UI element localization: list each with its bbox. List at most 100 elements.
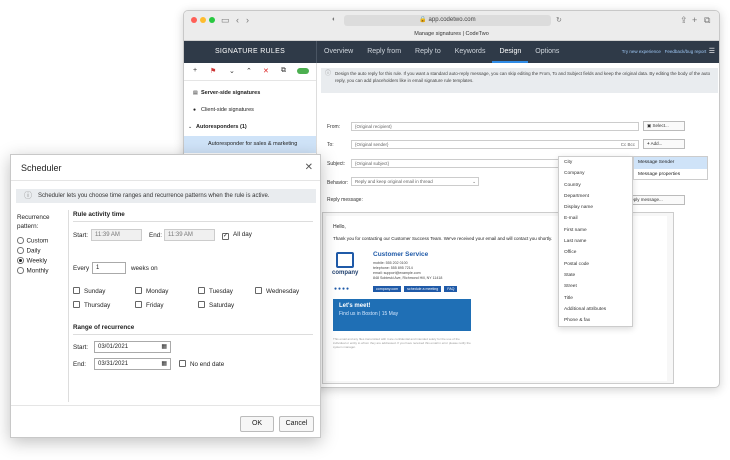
menu-icon[interactable]: ☰ bbox=[709, 48, 715, 55]
from-select-button[interactable]: ▣ Select... bbox=[643, 121, 685, 131]
social-icons: ●●●● bbox=[334, 286, 351, 292]
close-icon[interactable]: ✕ bbox=[305, 155, 313, 181]
all-day-checkbox[interactable]: ✓ All day bbox=[222, 231, 252, 240]
every-weeks-input[interactable]: 1 bbox=[92, 262, 126, 274]
tab-reply-from[interactable]: Reply from bbox=[360, 41, 408, 63]
checkbox-icon bbox=[135, 301, 142, 308]
calendar-icon[interactable]: ▦ bbox=[161, 359, 167, 369]
dropdown-item[interactable]: Country bbox=[559, 180, 632, 191]
day-checkbox-monday[interactable]: Monday bbox=[135, 287, 168, 295]
tab-options[interactable]: Options bbox=[528, 41, 566, 63]
day-checkbox-sunday[interactable]: Sunday bbox=[73, 287, 105, 295]
sidebar-item-autoresponder-sales[interactable]: Autoresponder for sales & marketing bbox=[184, 136, 316, 153]
dropdown-item[interactable]: Title bbox=[559, 293, 632, 304]
behavior-select[interactable]: Reply and keep original email in thread ⌄ bbox=[351, 177, 479, 186]
dropdown-item[interactable]: Last name bbox=[559, 236, 632, 247]
add-icon[interactable]: + bbox=[193, 67, 197, 74]
dropdown-item[interactable]: City bbox=[559, 157, 632, 168]
dropdown-item[interactable]: Postal code bbox=[559, 259, 632, 270]
maximize-window-button[interactable] bbox=[209, 17, 215, 23]
signature-button[interactable]: FAQ bbox=[444, 286, 458, 292]
dropdown-item[interactable]: Company bbox=[559, 168, 632, 179]
cc-bcc-links[interactable]: Cc Bcc bbox=[621, 141, 635, 148]
sidebar-toggle-icon[interactable]: ▭ bbox=[221, 15, 230, 26]
dropdown-item[interactable]: E-mail bbox=[559, 213, 632, 224]
back-icon[interactable]: ‹ bbox=[236, 15, 239, 25]
placeholder-dropdown: City Company Country Department Display … bbox=[558, 156, 633, 327]
sidebar-item-label: Autoresponders (1) bbox=[196, 124, 247, 130]
reply-message-button-label: Reply message... bbox=[628, 197, 663, 202]
cancel-button[interactable]: Cancel bbox=[279, 416, 314, 432]
add-rule-icon[interactable]: ⚑ bbox=[210, 67, 216, 75]
signature-button[interactable]: company.com bbox=[373, 286, 402, 292]
dropdown-item[interactable]: Office bbox=[559, 247, 632, 258]
tab-design[interactable]: Design bbox=[492, 41, 529, 63]
feedback-link[interactable]: Feedback/bug report bbox=[665, 49, 707, 54]
from-field[interactable]: {Original recipient} bbox=[351, 122, 639, 131]
radio-monthly[interactable]: Monthly bbox=[17, 267, 49, 275]
tabs-overview-icon[interactable]: ⧉ bbox=[704, 15, 710, 26]
disclaimer-text: This email and any files transmitted wit… bbox=[333, 337, 471, 349]
browser-tab-title: Manage signatures | CodeTwo bbox=[414, 31, 489, 37]
to-field[interactable]: {Original sender} Cc Bcc bbox=[351, 140, 639, 149]
sidebar-item-autoresponders[interactable]: ⌄ Autoresponders (1) bbox=[184, 119, 316, 136]
range-end-input[interactable]: 03/31/2021 ▦ bbox=[94, 358, 171, 370]
day-checkbox-wednesday[interactable]: Wednesday bbox=[255, 287, 299, 295]
browser-chrome: ▭ ‹ › ◐ 🔒 app.codetwo.com ↻ ⇪ + ⧉ Manage… bbox=[184, 11, 719, 41]
forward-icon[interactable]: › bbox=[246, 15, 249, 25]
copy-icon[interactable]: ⧉ bbox=[281, 67, 286, 75]
radio-custom[interactable]: Custom bbox=[17, 237, 48, 245]
reply-message-button[interactable]: Reply message... bbox=[624, 195, 685, 205]
day-checkbox-thursday[interactable]: Thursday bbox=[73, 301, 110, 309]
divider bbox=[11, 405, 320, 406]
try-new-experience-link[interactable]: Try new experience bbox=[622, 49, 661, 54]
info-icon: ⓘ bbox=[325, 71, 332, 77]
day-checkbox-saturday[interactable]: Saturday bbox=[198, 301, 234, 309]
no-end-date-checkbox[interactable]: No end date bbox=[179, 360, 224, 368]
reload-icon[interactable]: ↻ bbox=[556, 16, 562, 24]
radio-daily[interactable]: Daily bbox=[17, 247, 41, 255]
sidebar-item-client-side[interactable]: ● Client-side signatures bbox=[184, 102, 316, 119]
chevron-down-icon[interactable]: ⌄ bbox=[229, 67, 235, 75]
radio-weekly[interactable]: Weekly bbox=[17, 257, 47, 265]
start-time-label: Start: bbox=[73, 232, 89, 239]
range-start-input[interactable]: 03/01/2021 ▦ bbox=[94, 341, 171, 353]
dropdown-item[interactable]: Display name bbox=[559, 202, 632, 213]
radio-label: Daily bbox=[26, 247, 41, 255]
close-window-button[interactable] bbox=[191, 17, 197, 23]
day-checkbox-tuesday[interactable]: Tuesday bbox=[198, 287, 233, 295]
server-icon: ▤ bbox=[193, 90, 198, 96]
url-bar[interactable]: 🔒 app.codetwo.com bbox=[344, 15, 551, 26]
dropdown-item[interactable]: Phone & fax bbox=[559, 315, 632, 326]
signature-button[interactable]: schedule a meeting bbox=[404, 286, 442, 292]
day-checkbox-friday[interactable]: Friday bbox=[135, 301, 164, 309]
dropdown-item[interactable]: Department bbox=[559, 191, 632, 202]
radio-icon bbox=[17, 267, 24, 274]
checkbox-icon bbox=[179, 360, 186, 367]
browser-tab[interactable]: Manage signatures | CodeTwo bbox=[184, 31, 719, 37]
dropdown-item[interactable]: Street bbox=[559, 281, 632, 292]
checkbox-icon bbox=[73, 287, 80, 294]
to-add-button[interactable]: + Add... bbox=[643, 139, 685, 149]
submenu-item-message-properties[interactable]: Message properties bbox=[634, 169, 707, 181]
minimize-window-button[interactable] bbox=[200, 17, 206, 23]
move-up-icon[interactable]: ⌃ bbox=[246, 67, 252, 75]
dropdown-item[interactable]: Additional attributes bbox=[559, 304, 632, 315]
calendar-icon[interactable]: ▦ bbox=[161, 342, 167, 352]
new-tab-icon[interactable]: + bbox=[692, 15, 697, 25]
tab-overview[interactable]: Overview bbox=[317, 41, 360, 63]
dropdown-item[interactable]: First name bbox=[559, 225, 632, 236]
delete-icon[interactable]: ✕ bbox=[263, 67, 269, 75]
tab-reply-to[interactable]: Reply to bbox=[408, 41, 448, 63]
recurrence-label: Recurrence pattern: bbox=[17, 214, 50, 230]
submenu-item-message-sender[interactable]: Message Sender bbox=[634, 157, 707, 169]
ok-button[interactable]: OK bbox=[240, 416, 274, 432]
sidebar-item-server-side[interactable]: ▤ Server-side signatures bbox=[184, 85, 316, 102]
end-time-input[interactable]: 11:39 AM bbox=[164, 229, 215, 241]
weeks-on-label: weeks on bbox=[131, 265, 158, 272]
share-icon[interactable]: ⇪ bbox=[680, 15, 688, 26]
toggle-icon[interactable] bbox=[297, 68, 309, 74]
dropdown-item[interactable]: State bbox=[559, 270, 632, 281]
tab-keywords[interactable]: Keywords bbox=[448, 41, 493, 63]
start-time-input[interactable]: 11:39 AM bbox=[91, 229, 142, 241]
